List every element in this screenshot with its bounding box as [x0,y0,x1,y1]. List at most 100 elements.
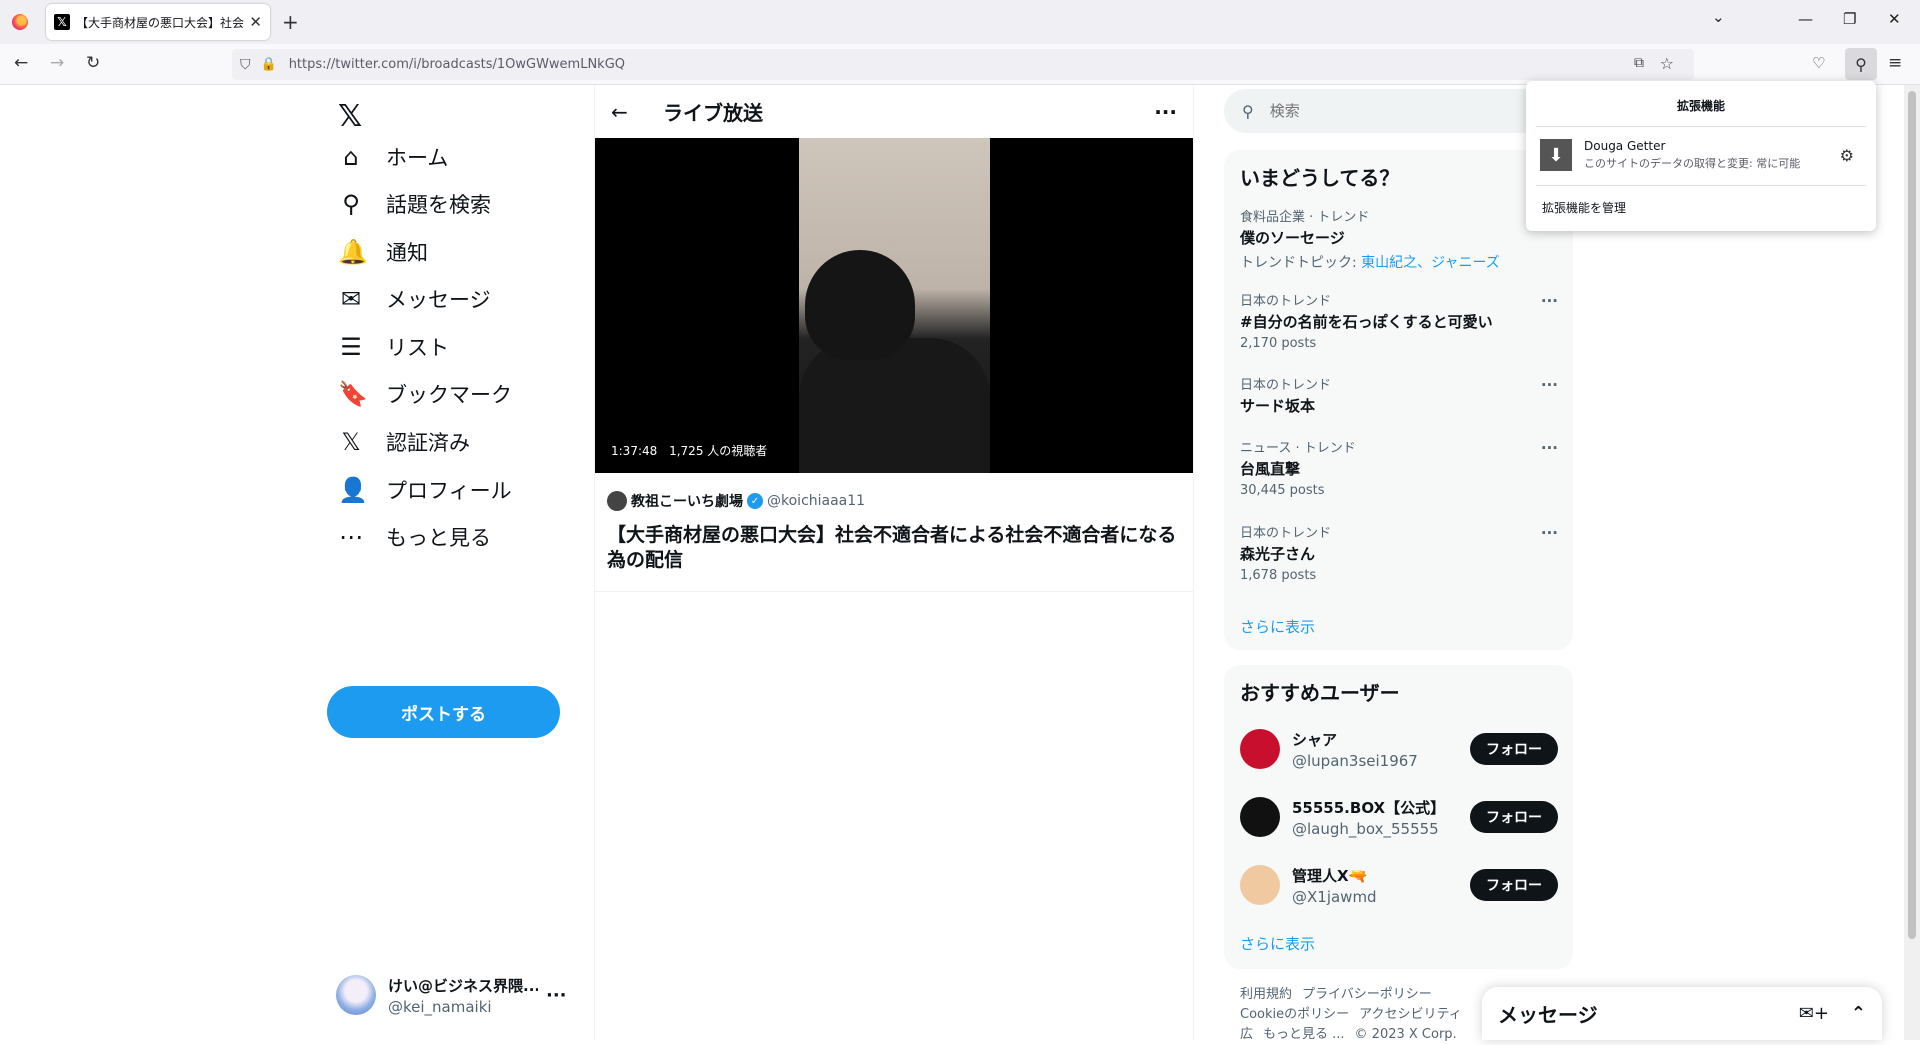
follow-button[interactable]: フォロー [1470,733,1558,765]
extensions-popup: 拡張機能 ⬇ Douga Getter このサイトのデータの取得と変更: 常に可… [1526,81,1876,231]
bookmark-icon: 🔖 [338,380,368,408]
suggested-user-handle[interactable]: @lupan3sei1967 [1292,752,1418,770]
tab-close-icon[interactable]: ✕ [249,13,262,31]
pocket-icon[interactable]: ♡ [1812,54,1825,72]
divider [1536,185,1866,186]
footer-link[interactable]: アクセシビリティ [1359,1007,1462,1022]
follow-button[interactable]: フォロー [1470,869,1558,901]
tracking-shield-icon[interactable]: ⛉ [240,57,251,73]
trend-item[interactable]: ニュース · トレンド 台風直撃 30,445 posts ··· [1240,437,1558,498]
x-verified-icon: 𝕏 [341,428,361,456]
trend-item[interactable]: 日本のトレンド #自分の名前を石っぽくすると可愛い 2,170 posts ··· [1240,290,1558,351]
lock-icon[interactable]: 🔒 [261,57,277,72]
avatar[interactable] [607,491,627,511]
avatar[interactable] [1240,797,1280,837]
nav-item-list[interactable]: ☰ リスト [338,327,449,367]
broadcaster-handle[interactable]: @koichiaaa11 [767,493,865,509]
footer-link[interactable]: プライバシーポリシー [1302,987,1432,1002]
firefox-icon[interactable] [12,14,28,30]
nav-item-x-verified[interactable]: 𝕏 認証済み [338,422,470,462]
nav-item-home[interactable]: ⌂ ホーム [338,137,448,177]
suggested-user-handle[interactable]: @X1jawmd [1292,888,1377,906]
new-message-icon[interactable]: ✉+ [1799,1003,1829,1024]
new-tab-button[interactable]: + [282,10,299,34]
more-icon[interactable]: ··· [1541,292,1558,310]
bell-icon: 🔔 [338,238,368,266]
suggested-user[interactable]: 管理人X🔫 @X1jawmd フォロー [1240,861,1558,909]
url-bar[interactable]: ⛉ 🔒 https://twitter.com/i/broadcasts/1Ow… [232,49,1694,80]
page-scrollbar[interactable] [1904,85,1920,1040]
trends-show-more-link[interactable]: さらに表示 [1240,616,1315,637]
nav-item-bookmark[interactable]: 🔖 ブックマーク [338,374,512,414]
suggested-user[interactable]: シャア @lupan3sei1967 フォロー [1240,725,1558,773]
suggested-user-handle[interactable]: @laugh_box_55555 [1292,820,1445,838]
back-arrow-icon[interactable]: ← [611,100,641,124]
search-box[interactable]: ⚲ [1224,89,1572,133]
nav-item-more-circle[interactable]: ⋯ もっと見る [338,517,491,557]
trend-item[interactable]: 日本のトレンド サード坂本 ··· [1240,374,1558,416]
broadcast-video-player[interactable]: 1:37:48 1,725 人の視聴者 [595,138,1193,473]
nav-item-mail[interactable]: ✉ メッセージ [338,279,491,319]
picture-in-picture-icon[interactable]: ⧉ [1634,55,1644,71]
account-info: けい@ビジネス界隈... @kei_namaiki [388,975,538,1016]
suggested-user-name[interactable]: 管理人X🔫 [1292,865,1377,886]
scrollbar-thumb[interactable] [1908,91,1916,939]
suggested-user[interactable]: 55555.BOX【公式】 @laugh_box_55555 フォロー [1240,793,1558,841]
nav-item-label: 話題を検索 [386,193,491,217]
tab-list-icon[interactable]: ⌄ [1712,8,1725,26]
post-button[interactable]: ポストする [327,686,560,738]
nav-item-label: メッセージ [386,288,491,312]
nav-item-label: もっと見る [386,526,491,550]
nav-item-label: リスト [386,336,449,360]
nav-item-profile[interactable]: 👤 プロフィール [338,470,512,510]
url-text[interactable]: https://twitter.com/i/broadcasts/1OwGWwe… [289,57,625,72]
suggested-user-name[interactable]: 55555.BOX【公式】 [1292,797,1445,818]
account-switcher[interactable]: けい@ビジネス界隈... @kei_namaiki ··· [336,970,576,1020]
search-input[interactable] [1269,102,1530,120]
mail-icon: ✉ [340,285,362,313]
forward-button[interactable]: → [50,53,64,73]
footer-link[interactable]: Cookieのポリシー [1240,1007,1349,1022]
more-icon[interactable]: ··· [1154,100,1177,124]
close-window-button[interactable]: ✕ [1888,10,1901,28]
nav-item-search[interactable]: ⚲ 話題を検索 [338,184,491,224]
trend-topics-links[interactable]: 東山紀之、ジャニーズ [1361,255,1500,271]
users-show-more-link[interactable]: さらに表示 [1240,933,1315,954]
follow-button[interactable]: フォロー [1470,801,1558,833]
account-handle: @kei_namaiki [388,997,492,1016]
messages-title: メッセージ [1498,1003,1598,1027]
back-button[interactable]: ← [14,53,28,73]
more-icon[interactable]: ··· [1541,524,1558,542]
avatar[interactable] [1240,865,1280,905]
nav-item-bell[interactable]: 🔔 通知 [338,232,428,272]
manage-extensions-link[interactable]: 拡張機能を管理 [1542,199,1626,216]
trend-item[interactable]: 日本のトレンド 森光子さん 1,678 posts ··· [1240,522,1558,583]
trend-topics: トレンドトピック: 東山紀之、ジャニーズ [1240,252,1558,272]
bookmark-star-icon[interactable]: ☆ [1660,54,1674,73]
more-icon[interactable]: ··· [1541,439,1558,457]
extension-item-douga-getter[interactable]: ⬇ Douga Getter このサイトのデータの取得と変更: 常に可能 ⚙ [1536,133,1866,177]
footer-link[interactable]: 利用規約 [1240,987,1292,1002]
chevron-up-icon[interactable]: ⌃ [1851,1003,1866,1024]
messages-drawer[interactable]: メッセージ ✉+ ⌃ [1482,987,1882,1040]
trend-name: #自分の名前を石っぽくすると可愛い [1240,313,1493,331]
maximize-button[interactable]: ❐ [1843,10,1856,28]
viewer-count: 1,725 人の視聴者 [669,444,768,458]
gear-icon[interactable]: ⚙ [1840,146,1854,165]
more-icon[interactable]: ··· [1541,376,1558,394]
broadcaster[interactable]: 教祖こーいち劇場 ✓ @koichiaaa11 [607,491,1181,511]
extensions-button[interactable]: ⚲ [1845,48,1877,80]
column-header: ← ライブ放送 ··· [595,85,1193,138]
minimize-button[interactable]: — [1798,10,1813,28]
trend-item[interactable]: 食料品企業 · トレンド 僕のソーセージ トレンドトピック: 東山紀之、ジャニーズ [1240,206,1558,272]
avatar[interactable] [1240,729,1280,769]
reload-button[interactable]: ↻ [86,53,100,73]
app-menu-icon[interactable]: ≡ [1888,53,1902,73]
broadcaster-name[interactable]: 教祖こーいち劇場 [631,491,743,511]
broadcast-info: 教祖こーいち劇場 ✓ @koichiaaa11 【大手商材屋の悪口大会】社会不適… [595,473,1193,592]
more-icon[interactable]: ··· [546,985,567,1006]
browser-tab-active[interactable]: 𝕏 【大手商材屋の悪口大会】社会不適合者による社会不適合者になる為の配信 ✕ [46,4,270,40]
trend-name: サード坂本 [1240,397,1316,415]
suggested-user-name[interactable]: シャア [1292,729,1418,750]
x-logo-icon[interactable]: 𝕏 [338,99,362,134]
